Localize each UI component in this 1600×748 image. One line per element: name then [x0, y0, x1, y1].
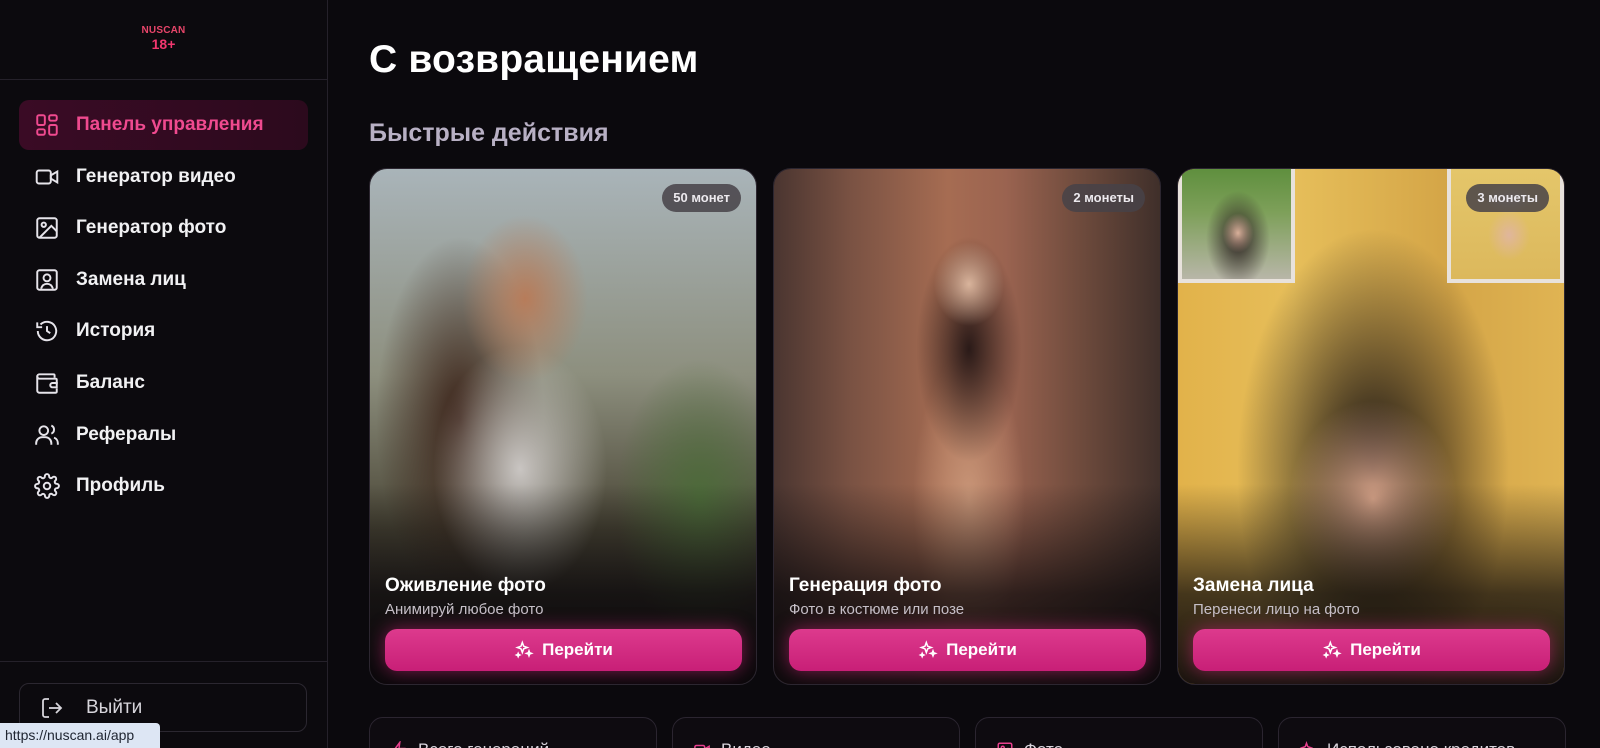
go-button-label: Перейти: [1350, 640, 1421, 659]
logo-text: NUSCAN: [141, 25, 186, 36]
sidebar-item-label: Панель управления: [76, 114, 264, 135]
card-title: Оживление фото: [385, 575, 546, 596]
video-camera-icon: [34, 164, 60, 190]
quick-action-card-generate-photo[interactable]: 2 монеты Генерация фото Фото в костюме и…: [773, 168, 1161, 685]
quick-action-card-face-swap[interactable]: 3 монеты Замена лица Перенеси лицо на фо…: [1177, 168, 1565, 685]
quick-actions-title: Быстрые действия: [369, 119, 609, 147]
go-button[interactable]: Перейти: [1193, 629, 1550, 671]
sidebar: NUSCAN 18+ Панель управления Генератор в…: [0, 0, 328, 748]
cost-badge: 2 монеты: [1062, 184, 1145, 212]
go-button-label: Перейти: [946, 640, 1017, 659]
go-button[interactable]: Перейти: [385, 629, 742, 671]
image-icon: [996, 741, 1014, 748]
cost-badge: 50 монет: [662, 184, 741, 212]
history-icon: [34, 318, 60, 344]
sparkle-icon: [1299, 741, 1317, 748]
sidebar-item-profile[interactable]: Профиль: [19, 461, 308, 511]
users-icon: [34, 422, 60, 448]
sidebar-item-label: Генератор видео: [76, 165, 236, 187]
stat-label: Фото: [1024, 740, 1063, 748]
go-button[interactable]: Перейти: [789, 629, 1146, 671]
card-title: Генерация фото: [789, 575, 942, 596]
sidebar-item-label: Профиль: [76, 475, 165, 497]
stat-label: Всего генераций: [418, 740, 549, 748]
quick-action-card-animate-photo[interactable]: 50 монет Оживление фото Анимируй любое ф…: [369, 168, 757, 685]
sparkle-icon: [1322, 640, 1342, 660]
logout-icon: [40, 696, 64, 720]
sidebar-item-face-swap[interactable]: Замена лиц: [19, 255, 308, 305]
bolt-icon: [390, 741, 408, 748]
cost-badge: 3 монеты: [1466, 184, 1549, 212]
logo-area: NUSCAN 18+: [0, 0, 327, 80]
sidebar-item-dashboard[interactable]: Панель управления: [19, 100, 308, 150]
stat-card-total-generations: Всего генераций: [369, 717, 657, 748]
video-camera-icon: [693, 741, 711, 748]
go-button-label: Перейти: [542, 640, 613, 659]
main-content: С возвращением Быстрые действия 50 монет…: [328, 0, 1600, 748]
sidebar-item-label: Генератор фото: [76, 217, 227, 239]
sparkle-icon: [514, 640, 534, 660]
logo-age-badge: 18+: [151, 36, 176, 52]
stat-label: Видео: [721, 740, 771, 748]
card-subtitle: Анимируй любое фото: [385, 601, 544, 618]
sidebar-nav: Панель управления Генератор видео Генера…: [0, 80, 327, 511]
face-source-thumbnail: [1178, 169, 1295, 283]
sidebar-item-label: История: [76, 320, 156, 342]
stat-label: Использовано кредитов: [1327, 740, 1515, 748]
sidebar-item-label: Баланс: [76, 371, 145, 393]
gear-icon: [34, 473, 60, 500]
stat-card-photos: Фото: [975, 717, 1263, 748]
sidebar-item-referrals[interactable]: Рефералы: [19, 410, 308, 460]
card-title: Замена лица: [1193, 575, 1314, 596]
wallet-icon: [34, 370, 60, 396]
face-portrait-icon: [34, 267, 60, 293]
image-icon: [34, 215, 60, 241]
page-title: С возвращением: [369, 38, 699, 81]
dashboard-icon: [34, 112, 60, 138]
sparkle-icon: [918, 640, 938, 660]
card-subtitle: Фото в костюме или позе: [789, 601, 965, 618]
card-subtitle: Перенеси лицо на фото: [1193, 601, 1360, 618]
sidebar-item-video-generator[interactable]: Генератор видео: [19, 152, 308, 202]
sidebar-item-label: Замена лиц: [76, 268, 186, 290]
sidebar-item-balance[interactable]: Баланс: [19, 358, 308, 408]
browser-status-url: https://nuscan.ai/app: [0, 723, 160, 748]
stat-card-videos: Видео: [672, 717, 960, 748]
sidebar-item-history[interactable]: История: [19, 306, 308, 356]
sidebar-item-photo-generator[interactable]: Генератор фото: [19, 203, 308, 253]
brand-logo[interactable]: NUSCAN 18+: [139, 25, 189, 52]
logout-label: Выйти: [86, 696, 143, 718]
sidebar-item-label: Рефералы: [76, 423, 177, 445]
stat-card-credits-used: Использовано кредитов: [1278, 717, 1566, 748]
